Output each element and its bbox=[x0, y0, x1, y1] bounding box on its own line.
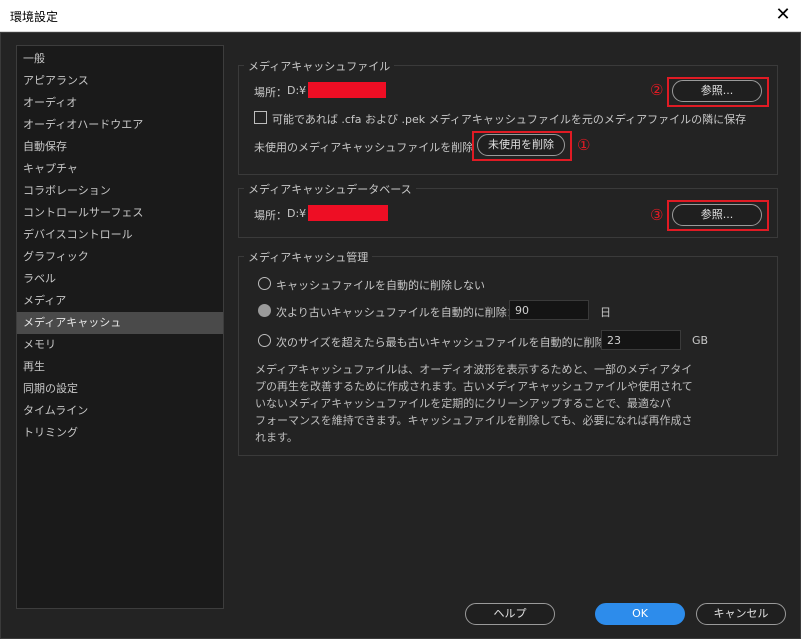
media-cache-database-title: メディアキャッシュデータベース bbox=[244, 181, 416, 197]
description-line: れます。 bbox=[255, 431, 298, 444]
media-cache-management-title: メディアキャッシュ管理 bbox=[244, 249, 373, 265]
days-unit-label: 日 bbox=[600, 306, 611, 319]
days-input[interactable]: 90 bbox=[509, 300, 589, 320]
sidebar-item-graphics[interactable]: グラフィック bbox=[17, 246, 223, 268]
sidebar-item-labels[interactable]: ラベル bbox=[17, 268, 223, 290]
save-next-to-originals-label: 可能であれば .cfa および .pek メディアキャッシュファイルを元のメディ… bbox=[272, 113, 747, 126]
cache-db-location-label: 場所： bbox=[254, 209, 287, 222]
sidebar-item-capture[interactable]: キャプチャ bbox=[17, 158, 223, 180]
delete-unused-label: 未使用のメディアキャッシュファイルを削除 bbox=[254, 141, 474, 154]
save-next-to-originals-checkbox[interactable] bbox=[254, 111, 267, 124]
ok-button[interactable]: OK bbox=[595, 603, 685, 625]
sidebar-item-media-cache[interactable]: メディアキャッシュ bbox=[17, 312, 223, 334]
cache-files-browse-button[interactable]: 参照... bbox=[672, 80, 762, 102]
marker-3: ③ bbox=[650, 206, 664, 224]
sidebar-item-playback[interactable]: 再生 bbox=[17, 356, 223, 378]
redacted-path-1 bbox=[308, 82, 386, 98]
title-bar: 環境設定 ✕ bbox=[0, 0, 801, 32]
sidebar-item-media[interactable]: メディア bbox=[17, 290, 223, 312]
window-title: 環境設定 bbox=[10, 10, 59, 24]
size-input[interactable]: 23 bbox=[601, 330, 681, 350]
media-cache-files-title: メディアキャッシュファイル bbox=[244, 58, 395, 74]
radio-delete-when-size-exceeds-label: 次のサイズを超えたら最も古いキャッシュファイルを自動的に削除： bbox=[276, 336, 617, 349]
radio-delete-older-than-label: 次より古いキャッシュファイルを自動的に削除： bbox=[276, 306, 518, 319]
sidebar: 一般 アピアランス オーディオ オーディオハードウエア 自動保存 キャプチャ コ… bbox=[16, 45, 224, 609]
description-line: プの再生を改善するために作成されます。古いメディアキャッシュファイルや使用されて bbox=[255, 380, 693, 393]
description-line: メディアキャッシュファイルは、オーディオ波形を表示するためと、一部のメディアタイ bbox=[255, 363, 693, 376]
radio-delete-when-size-exceeds[interactable] bbox=[258, 334, 271, 347]
description-line: フォーマンスを維持できます。キャッシュファイルを削除しても、必要になれば再作成さ bbox=[255, 414, 693, 427]
sidebar-item-sync-settings[interactable]: 同期の設定 bbox=[17, 378, 223, 400]
sidebar-item-autosave[interactable]: 自動保存 bbox=[17, 136, 223, 158]
cache-files-location-value: D:¥ bbox=[287, 84, 307, 97]
sidebar-item-memory[interactable]: メモリ bbox=[17, 334, 223, 356]
description-line: いないメディアキャッシュファイルを定期的にクリーンアップすることで、最適なパ bbox=[255, 397, 671, 410]
cache-db-browse-button[interactable]: 参照... bbox=[672, 204, 762, 226]
cache-files-location-label: 場所： bbox=[254, 86, 287, 99]
radio-delete-older-than[interactable] bbox=[258, 304, 271, 317]
sidebar-item-trim[interactable]: トリミング bbox=[17, 422, 223, 444]
close-icon[interactable]: ✕ bbox=[771, 4, 795, 26]
sidebar-item-audio-hardware[interactable]: オーディオハードウエア bbox=[17, 114, 223, 136]
radio-never-delete-label: キャッシュファイルを自動的に削除しない bbox=[276, 279, 485, 292]
sidebar-item-collaboration[interactable]: コラボレーション bbox=[17, 180, 223, 202]
delete-unused-button[interactable]: 未使用を削除 bbox=[477, 134, 565, 156]
cache-management-description: メディアキャッシュファイルは、オーディオ波形を表示するためと、一部のメディアタイ… bbox=[255, 361, 755, 446]
sidebar-item-timeline[interactable]: タイムライン bbox=[17, 400, 223, 422]
marker-2: ② bbox=[650, 81, 664, 99]
help-button[interactable]: ヘルプ bbox=[465, 603, 555, 625]
sidebar-item-audio[interactable]: オーディオ bbox=[17, 92, 223, 114]
redacted-path-2 bbox=[308, 205, 388, 221]
sidebar-item-device-control[interactable]: デバイスコントロール bbox=[17, 224, 223, 246]
marker-1: ① bbox=[577, 136, 591, 154]
radio-never-delete[interactable] bbox=[258, 277, 271, 290]
sidebar-item-appearance[interactable]: アピアランス bbox=[17, 70, 223, 92]
sidebar-item-general[interactable]: 一般 bbox=[17, 48, 223, 70]
sidebar-item-control-surface[interactable]: コントロールサーフェス bbox=[17, 202, 223, 224]
size-unit-label: GB bbox=[692, 334, 709, 347]
cancel-button[interactable]: キャンセル bbox=[696, 603, 786, 625]
cache-db-location-value: D:¥ bbox=[287, 207, 307, 220]
